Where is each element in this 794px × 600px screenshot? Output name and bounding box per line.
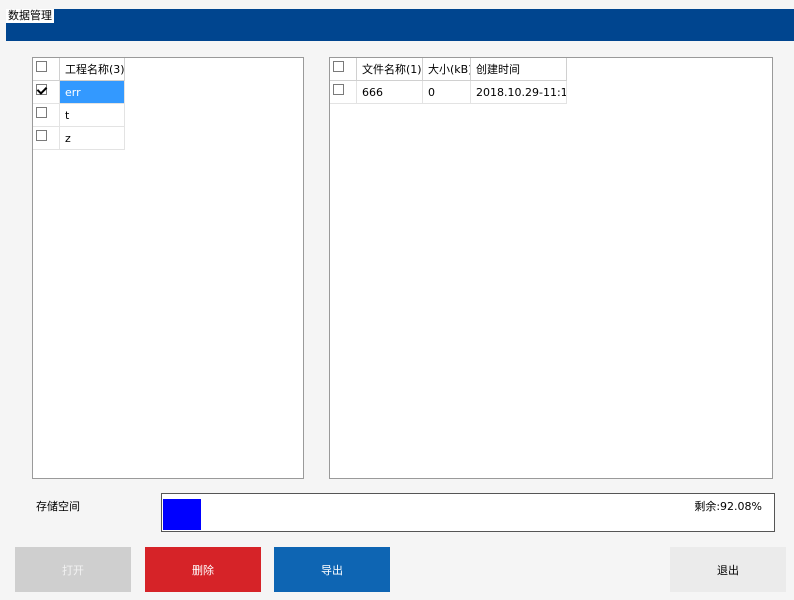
export-button[interactable]: 导出 xyxy=(274,547,390,592)
project-name-cell[interactable]: z xyxy=(60,127,125,150)
file-size-cell[interactable]: 0 xyxy=(423,81,471,104)
delete-button[interactable]: 删除 xyxy=(145,547,261,592)
project-row-checkbox[interactable] xyxy=(36,84,47,95)
title-bar xyxy=(6,9,794,41)
project-select-all-checkbox[interactable] xyxy=(36,61,47,72)
file-name-cell[interactable]: 666 xyxy=(357,81,423,104)
file-select-all-checkbox[interactable] xyxy=(333,61,344,72)
file-name-header[interactable]: 文件名称(1) xyxy=(357,58,423,81)
exit-button[interactable]: 退出 xyxy=(670,547,786,592)
storage-remaining-text: 剩余:92.08% xyxy=(694,500,762,513)
file-created-cell[interactable]: 2018.10.29-11:14 xyxy=(471,81,567,104)
project-list-panel[interactable]: 工程名称(3) err t z xyxy=(32,57,304,479)
project-name-header[interactable]: 工程名称(3) xyxy=(60,58,125,81)
file-row-checkbox[interactable] xyxy=(333,84,344,95)
file-size-header[interactable]: 大小(kB) xyxy=(423,58,471,81)
project-row-checkbox[interactable] xyxy=(36,130,47,141)
storage-progress-bar: 剩余:92.08% xyxy=(161,493,775,532)
project-name-cell[interactable]: t xyxy=(60,104,125,127)
storage-label: 存储空间 xyxy=(36,500,80,513)
file-created-header[interactable]: 创建时间 xyxy=(471,58,567,81)
window-title: 数据管理 xyxy=(6,9,54,23)
storage-used-fill xyxy=(163,499,201,530)
project-row-checkbox[interactable] xyxy=(36,107,47,118)
file-table-panel[interactable]: 文件名称(1) 大小(kB) 创建时间 666 0 2018.10.29-11:… xyxy=(329,57,773,479)
file-select-all-cell[interactable] xyxy=(330,58,357,81)
open-button[interactable]: 打开 xyxy=(15,547,131,592)
project-select-all-cell[interactable] xyxy=(33,58,60,81)
project-name-cell[interactable]: err xyxy=(60,81,125,104)
